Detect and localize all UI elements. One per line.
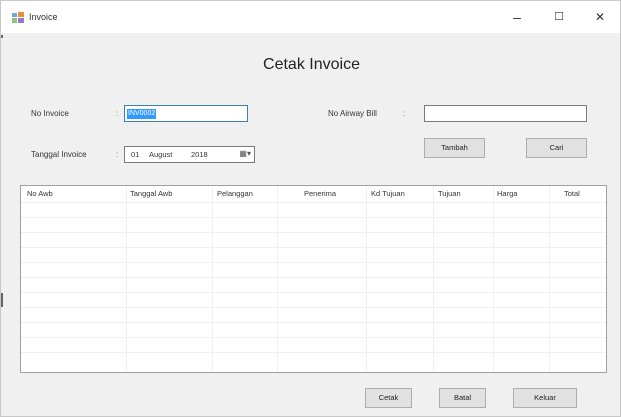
no-invoice-label: No Invoice [31,109,69,118]
app-icon [12,12,24,23]
invoice-grid[interactable]: No Awb Tanggal Awb Pelanggan Penerima Kd… [20,185,607,373]
column-header-tujuan[interactable]: Tujuan [438,189,461,198]
minimize-button[interactable]: – [499,6,535,28]
grid-row-line [21,307,606,308]
left-edge-mark [1,293,3,307]
colon: : [116,109,119,118]
no-invoice-value: INV0002 [127,109,157,119]
cetak-button[interactable]: Cetak [365,388,412,408]
page-title: Cetak Invoice [263,56,360,73]
grid-column-line [366,186,367,372]
grid-row-line [21,247,606,248]
grid-row-line [21,262,606,263]
column-header-kd-tujuan[interactable]: Kd Tujuan [371,189,405,198]
left-edge-mark [1,35,3,38]
grid-column-line [493,186,494,372]
no-airway-bill-input[interactable] [424,105,587,122]
column-header-pelanggan[interactable]: Pelanggan [217,189,253,198]
calendar-dropdown-icon[interactable]: ▦▾ [239,149,251,158]
no-invoice-input[interactable]: INV0002 [124,105,248,122]
title-bar: Invoice – ☐ ✕ [1,1,620,33]
batal-button[interactable]: Batal [439,388,486,408]
grid-column-line [277,186,278,372]
date-year: 2018 [191,150,208,159]
column-header-penerima[interactable]: Penerima [304,189,336,198]
window-title: Invoice [29,12,58,22]
grid-row-line [21,232,606,233]
tanggal-invoice-datepicker[interactable]: 01 August 2018 ▦▾ [124,146,255,163]
no-airway-bill-label: No Airway Bill [328,109,377,118]
grid-column-line [433,186,434,372]
maximize-button[interactable]: ☐ [541,6,577,28]
column-header-total[interactable]: Total [564,189,580,198]
column-header-no-awb[interactable]: No Awb [27,189,53,198]
invoice-window: Invoice – ☐ ✕ Cetak Invoice No Invoice :… [0,0,621,417]
cari-button[interactable]: Cari [526,138,587,158]
colon: : [403,109,406,118]
grid-row-line [21,292,606,293]
colon: : [116,150,119,159]
date-month: August [149,150,173,159]
date-day: 01 [131,150,140,159]
grid-row-line [21,352,606,353]
column-header-tanggal-awb[interactable]: Tanggal Awb [130,189,172,198]
grid-row-line [21,217,606,218]
close-button[interactable]: ✕ [582,6,618,28]
grid-column-line [126,186,127,372]
grid-column-line [549,186,550,372]
tambah-button[interactable]: Tambah [424,138,485,158]
keluar-button[interactable]: Keluar [513,388,577,408]
tanggal-invoice-label: Tanggal Invoice [31,150,87,159]
grid-column-line [212,186,213,372]
grid-row-line [21,337,606,338]
grid-row-line [21,277,606,278]
column-header-harga[interactable]: Harga [497,189,517,198]
grid-row-line [21,322,606,323]
grid-header-divider [21,202,606,203]
